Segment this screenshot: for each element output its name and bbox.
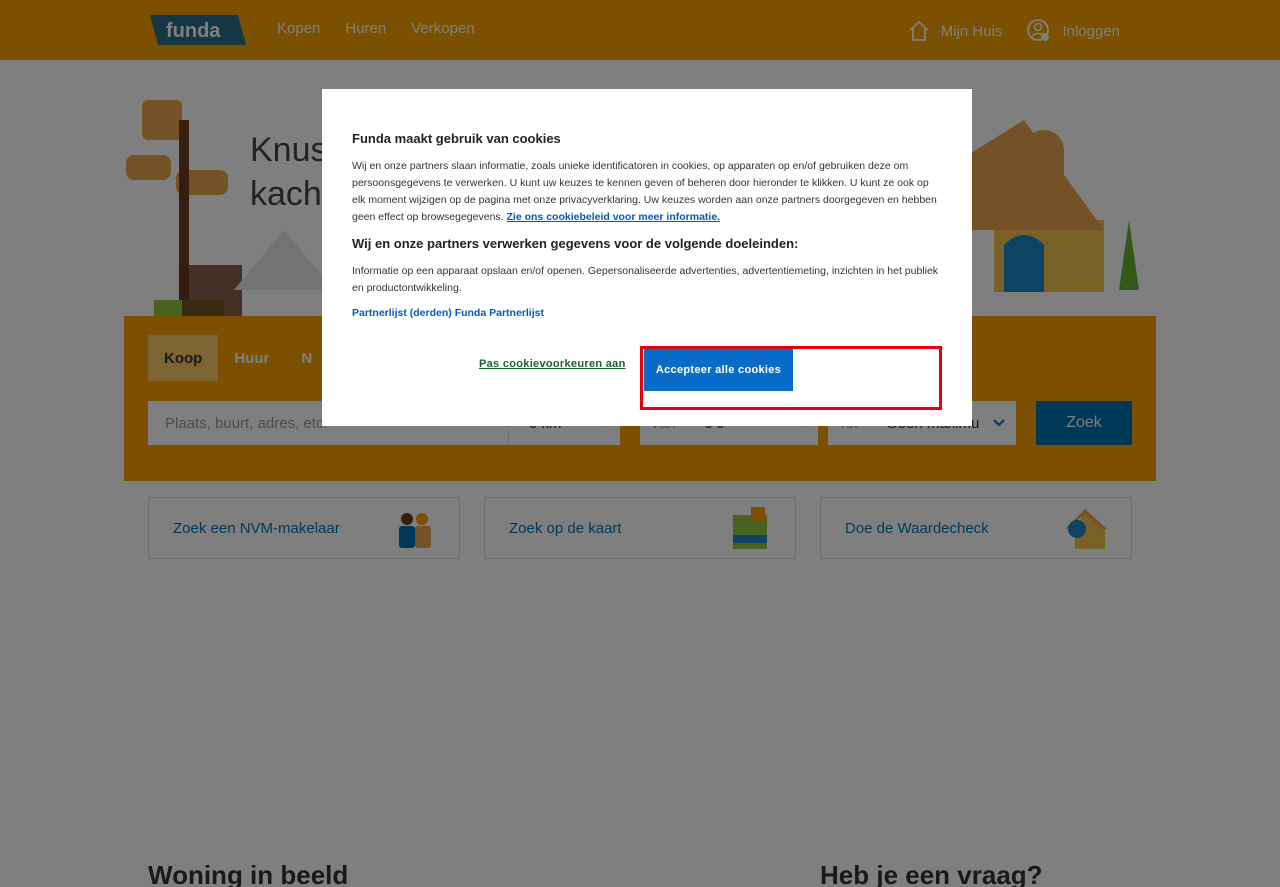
cookie-dialog-body: Wij en onze partners slaan informatie, z… (352, 158, 942, 226)
partner-list-link[interactable]: Partnerlijst (derden) Funda Partnerlijst (352, 307, 942, 319)
cookie-policy-link[interactable]: Zie ons cookiebeleid voor meer informati… (507, 211, 721, 223)
customize-cookies-button[interactable]: Pas cookievoorkeuren aan (479, 358, 626, 370)
purposes-text: Informatie op een apparaat opslaan en/of… (352, 265, 939, 294)
cookie-dialog-title: Funda maakt gebruik van cookies (352, 131, 561, 146)
purposes-title: Wij en onze partners verwerken gegevens … (352, 236, 799, 251)
highlight-box (640, 346, 942, 410)
